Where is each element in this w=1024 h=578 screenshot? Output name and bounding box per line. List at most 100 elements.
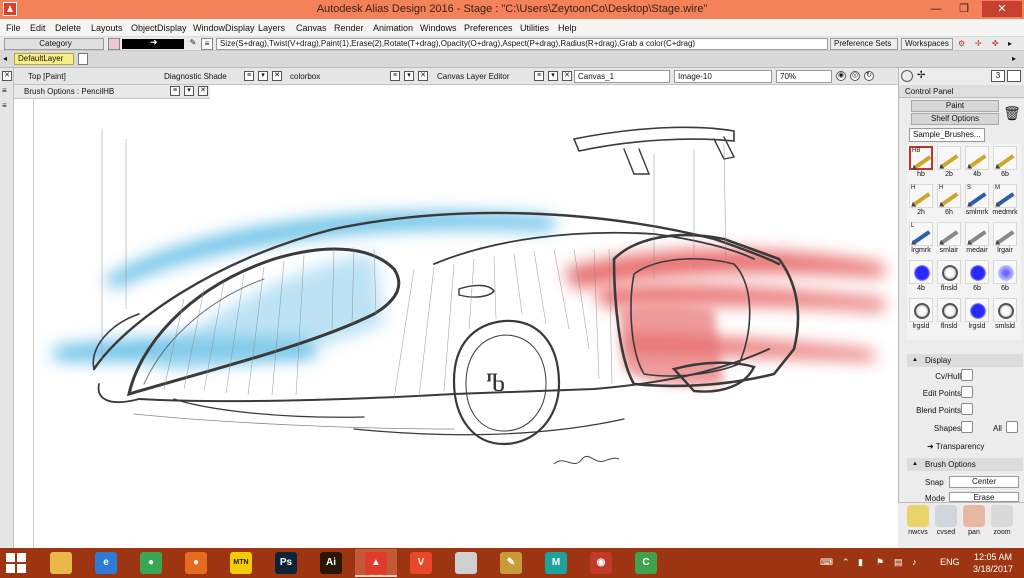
close-button[interactable]: ✕: [982, 1, 1022, 17]
brush-medair[interactable]: medair: [964, 222, 990, 256]
brush-lrgsld[interactable]: lrgsld: [964, 298, 990, 332]
layer-visibility-toggle[interactable]: [78, 53, 88, 65]
close-icon[interactable]: ✕: [2, 71, 12, 81]
transform-icon[interactable]: ⚙: [958, 39, 965, 48]
chevron-down-icon[interactable]: ▾: [258, 71, 268, 81]
image-name-field[interactable]: Image-10: [674, 70, 772, 83]
paint-canvas[interactable]: Ⴊ: [33, 99, 898, 548]
windows-start-icon[interactable]: [6, 553, 26, 573]
default-layer-chip[interactable]: DefaultLayer: [14, 53, 74, 65]
brush-lrgsld[interactable]: lrgsld: [908, 298, 934, 332]
brush-hb[interactable]: HB hb: [908, 146, 934, 180]
taskbar-vectr[interactable]: V: [400, 549, 442, 577]
menu-objectdisplay[interactable]: ObjectDisplay: [131, 23, 187, 33]
all-checkbox[interactable]: [1006, 421, 1018, 433]
new-canvas-tool[interactable]: nwcvs: [906, 505, 930, 545]
brush-smlsld[interactable]: smlsld: [992, 298, 1018, 332]
taskbar-file-explorer[interactable]: [40, 549, 82, 577]
brush-6b[interactable]: 6b: [992, 146, 1018, 180]
list-icon[interactable]: ≡: [2, 86, 7, 95]
menu-edit[interactable]: Edit: [30, 23, 46, 33]
brush-flnsld[interactable]: flnsld: [936, 260, 962, 294]
close-icon[interactable]: ✕: [418, 71, 428, 81]
brush-size-bar[interactable]: ➜: [122, 37, 184, 49]
canvas-name-field[interactable]: Canvas_1: [574, 70, 670, 83]
menu-render[interactable]: Render: [334, 23, 364, 33]
clock[interactable]: 12:05 AM 3/18/2017: [966, 551, 1020, 575]
toolbar-scroll-icon[interactable]: ▸: [1008, 39, 1012, 48]
snap-icon[interactable]: ✢: [975, 39, 982, 48]
sample-brushes-tab[interactable]: Sample_Brushes...: [909, 128, 985, 142]
menu-canvas[interactable]: Canvas: [296, 23, 327, 33]
brush-medmrk[interactable]: Mmedmrk: [992, 184, 1018, 218]
brush-4b[interactable]: 4b: [908, 260, 934, 294]
category-dropdown[interactable]: Category: [4, 38, 104, 50]
canvas-edit-tool[interactable]: cvsed: [934, 505, 958, 545]
close-icon[interactable]: ✕: [198, 86, 208, 96]
brush-4b[interactable]: 4b: [964, 146, 990, 180]
restore-button[interactable]: ❐: [952, 1, 976, 17]
brush-lrgair[interactable]: lrgair: [992, 222, 1018, 256]
brush-smlmrk[interactable]: Ssmlmrk: [964, 184, 990, 218]
close-icon[interactable]: ✕: [272, 71, 282, 81]
menu-icon[interactable]: ≡: [244, 71, 254, 81]
chevron-up-icon[interactable]: ⌃: [842, 557, 850, 568]
taskbar-portrait[interactable]: [445, 549, 487, 577]
language-indicator[interactable]: ENG: [940, 557, 960, 567]
tab-diagnostic-shade[interactable]: Diagnostic Shade: [164, 70, 227, 83]
minimize-button[interactable]: —: [924, 1, 948, 17]
refresh-icon[interactable]: ↻: [864, 71, 874, 81]
menu-layouts[interactable]: Layouts: [91, 23, 123, 33]
color-swatch-icon[interactable]: [108, 38, 120, 50]
circle-icon[interactable]: [901, 70, 913, 82]
camera-icon[interactable]: ◉: [836, 71, 846, 81]
taskbar-firefox[interactable]: ●: [175, 549, 217, 577]
taskbar-photoshop[interactable]: Ps: [265, 549, 307, 577]
workspaces-button[interactable]: Workspaces: [901, 38, 953, 50]
menu-icon[interactable]: ≡: [170, 86, 180, 96]
snap-dropdown[interactable]: Center: [949, 476, 1019, 488]
brush-6h[interactable]: H 6h: [936, 184, 962, 218]
brush-options-section-header[interactable]: Brush Options: [907, 458, 1023, 471]
menu-windowdisplay[interactable]: WindowDisplay: [193, 23, 255, 33]
menu-layers[interactable]: Layers: [258, 23, 285, 33]
close-icon[interactable]: ✕: [562, 71, 572, 81]
taskbar-mtn[interactable]: MTN: [220, 549, 262, 577]
brush-smlair[interactable]: smlair: [936, 222, 962, 256]
taskbar-alias[interactable]: ▲: [355, 549, 397, 577]
pencil-tool-icon[interactable]: ✎: [187, 38, 199, 50]
menu-utilities[interactable]: Utilities: [520, 23, 549, 33]
cv-hull-checkbox[interactable]: [961, 369, 973, 381]
menu-icon[interactable]: ≡: [2, 101, 7, 110]
paint-dropdown[interactable]: Paint: [911, 100, 999, 112]
brush-2h[interactable]: H 2h: [908, 184, 934, 218]
tab-top-paint[interactable]: Top [Paint]: [28, 70, 66, 83]
speaker-icon[interactable]: ♪: [912, 557, 917, 567]
taskbar-pencil[interactable]: ✎: [490, 549, 532, 577]
chevron-down-icon[interactable]: ▾: [404, 71, 414, 81]
panel-option-box[interactable]: [1007, 70, 1021, 82]
tab-colorbox[interactable]: colorbox: [290, 70, 320, 83]
brush-lrgmrk[interactable]: Llrgmrk: [908, 222, 934, 256]
shelf-options-dropdown[interactable]: Shelf Options: [911, 113, 999, 125]
edit-points-checkbox[interactable]: [961, 386, 973, 398]
taskbar-maya[interactable]: M: [535, 549, 577, 577]
menu-delete[interactable]: Delete: [55, 23, 81, 33]
keyboard-icon[interactable]: ⌨: [820, 557, 833, 568]
zoom-tool[interactable]: zoom: [990, 505, 1014, 545]
taskbar-chrome[interactable]: ●: [130, 549, 172, 577]
taskbar-internet-explorer[interactable]: e: [85, 549, 127, 577]
network-icon[interactable]: ▤: [894, 557, 903, 568]
menu-animation[interactable]: Animation: [373, 23, 413, 33]
menu-help[interactable]: Help: [558, 23, 577, 33]
flag-icon[interactable]: ⚑: [876, 557, 884, 568]
preference-sets-button[interactable]: Preference Sets: [830, 38, 898, 50]
pan-tool[interactable]: pan: [962, 505, 986, 545]
tab-canvas-layer-editor[interactable]: Canvas Layer Editor: [437, 70, 509, 83]
chevron-down-icon[interactable]: ▾: [548, 71, 558, 81]
brush-6b[interactable]: 6b: [992, 260, 1018, 294]
eye-icon[interactable]: ◎: [850, 71, 860, 81]
brush-2b[interactable]: 2b: [936, 146, 962, 180]
menu-icon[interactable]: ≡: [534, 71, 544, 81]
grid-icon[interactable]: ✢: [917, 70, 929, 82]
